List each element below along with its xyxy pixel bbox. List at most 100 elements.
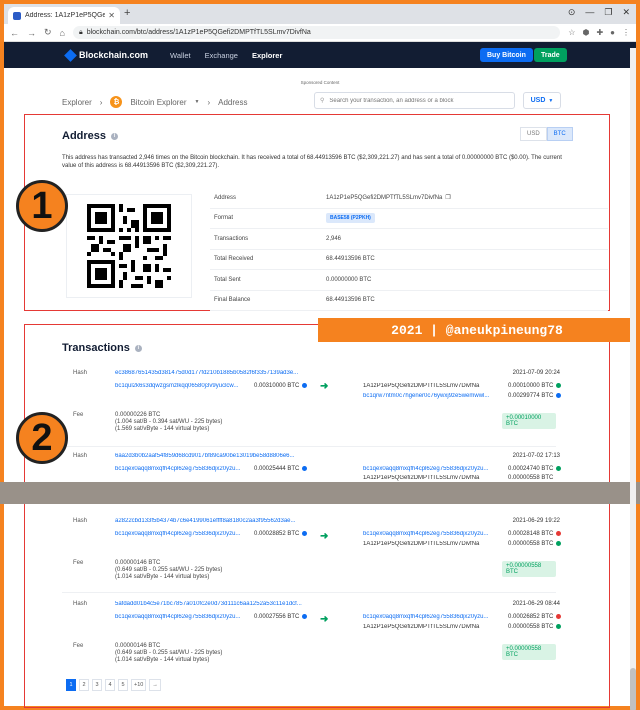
divider [62, 446, 556, 447]
currency-select[interactable]: USD ▼ [523, 92, 561, 109]
tab-search-icon[interactable]: ⊙ [568, 7, 576, 18]
close-window-icon[interactable]: ✕ [622, 7, 630, 18]
site-logo[interactable]: Blockchain.com [64, 48, 148, 62]
tx-hash-link[interactable]: 6aa2d3b0b2aaf54f859d68cd9017bf89ca90be13… [115, 453, 313, 459]
page-2-button[interactable]: 2 [79, 679, 89, 691]
hash-label: Hash [73, 601, 88, 607]
page-3-button[interactable]: 3 [92, 679, 102, 691]
currency-value: USD [530, 97, 546, 104]
bitcoin-icon: ₿ [110, 96, 123, 108]
detail-value: 68.44913596 BTC [326, 256, 375, 263]
tx-to-link[interactable]: bc1qex0aqq8mxqfh4cpl62eg755836djx20yzu..… [363, 614, 493, 620]
spent-status-icon [302, 383, 308, 388]
tx-to-amount: 0.00000558 BTC [508, 475, 554, 481]
detail-row-address: Address 1A1zP1eP5QGefi2DMPTfTL5SLmv7Divf… [210, 188, 608, 209]
page-5-button[interactable]: 5 [118, 679, 128, 691]
menu-icon[interactable]: ⋮ [622, 28, 630, 37]
browser-tab[interactable]: Address: 1A1zP1eP5QGefi2DMP ✕ [8, 7, 120, 24]
blockchain-favicon-icon [13, 11, 21, 20]
tx-hash-link[interactable]: a2822cbd133f5b4374b7c6e4199061effff8a818… [115, 518, 313, 524]
fee-vbyte: (1.014 sat/vByte - 144 virtual bytes) [115, 574, 210, 580]
tx-hash-link[interactable]: ec38687651435d381475d0d177fd210b1885b058… [115, 370, 313, 376]
buy-bitcoin-button[interactable]: Buy Bitcoin [480, 48, 533, 62]
tx-to-amount: 0.00028148 BTC [508, 531, 554, 538]
spent-status-icon [302, 531, 308, 536]
tx-from-link[interactable]: bc1qex0aqq8mxqfh4cpl62eg755836djx20yzu..… [115, 614, 255, 620]
fee-amount: 0.00000146 BTC [115, 643, 161, 649]
nav-exchange[interactable]: Exchange [205, 51, 238, 60]
marker-two: 2 [16, 412, 68, 464]
address-details-table: Address 1A1zP1eP5QGefi2DMPTfTL5SLmv7Divf… [210, 188, 608, 311]
page-4-button[interactable]: 4 [105, 679, 115, 691]
fee-rate: (0.649 sat/B - 0.255 sat/WU - 225 bytes) [115, 567, 223, 573]
puzzle-icon[interactable]: ✚ [596, 28, 603, 37]
sponsored-label: Sponsored Content [300, 80, 340, 85]
tx-from-amount: 0.00028852 BTC [254, 531, 300, 538]
scrollbar[interactable] [630, 48, 636, 710]
extension-icon[interactable]: ⬢ [582, 28, 589, 37]
tx-hash-link[interactable]: 5afdadd01b4c5e71bc7857a010fc2e0d73d111c6… [115, 601, 313, 607]
back-icon[interactable]: ← [10, 28, 19, 38]
info-icon[interactable]: i [111, 132, 119, 140]
divider [62, 592, 556, 593]
info-icon[interactable]: i [134, 344, 142, 352]
url-bar[interactable]: 🔒︎ blockchain.com/btc/address/1A1zP1eP5Q… [72, 26, 561, 39]
tx-to-amount: 0.00024740 BTC [508, 466, 554, 473]
trade-button[interactable]: Trade [534, 48, 567, 62]
nav-explorer[interactable]: Explorer [252, 51, 282, 60]
tx-to-address: 1A1zP1eP5QGefi2DMPTfTL5SLmv7DivfNa [363, 475, 480, 481]
close-tab-icon[interactable]: ✕ [108, 11, 115, 20]
spent-output-icon [556, 531, 562, 536]
profile-icon[interactable]: ● [610, 28, 615, 37]
tx-to-address: 1A1zP1eP5QGefi2DMPTfTL5SLmv7DivfNa [363, 383, 480, 389]
net-amount-badge: +0.00000558 BTC [502, 644, 556, 660]
minimize-icon[interactable]: — [585, 7, 594, 18]
pagination: 1 2 3 4 5 +10 → [66, 679, 161, 691]
address-value: 1A1zP1eP5QGefi2DMPTfTL5SLmv7DivfNa [326, 194, 443, 201]
forward-icon[interactable]: → [27, 28, 36, 38]
breadcrumb-bitcoin-explorer[interactable]: Bitcoin Explorer [130, 98, 186, 107]
search-box[interactable]: ⚲ [314, 92, 515, 109]
next-page-icon[interactable]: → [149, 679, 161, 691]
breadcrumb-explorer[interactable]: Explorer [62, 98, 92, 107]
copy-icon[interactable]: ❐ [445, 194, 450, 201]
page-plus-10-button[interactable]: +10 [131, 679, 147, 691]
tx-from-link[interactable]: bc1qul2k6s3dqwzgsmzlkqq06580j3v9yuclcw..… [115, 383, 255, 389]
format-badge: BASE58 (P2PKH) [326, 213, 375, 224]
detail-row-final-balance: Final Balance 68.44913596 BTC [210, 291, 608, 311]
page-1-button[interactable]: 1 [66, 679, 76, 691]
currency-toggle: USD BTC [520, 127, 573, 141]
reload-icon[interactable]: ↻ [44, 27, 52, 38]
tab-title: Address: 1A1zP1eP5QGefi2DMP [25, 12, 106, 19]
watermark: 2021 | @aneukpineung78 [318, 318, 636, 342]
address-summary: This address has transacted 2,946 times … [62, 155, 562, 169]
arrow-right-icon: ➜ [320, 531, 329, 542]
tx-to-link[interactable]: bc1qex0aqq8mxqfh4cpl62eg755836djx20yzu..… [363, 466, 493, 472]
search-input[interactable] [329, 97, 500, 104]
scrollbar-thumb[interactable] [630, 668, 636, 710]
star-icon[interactable]: ☆ [568, 28, 575, 37]
chevron-right-icon: › [207, 97, 211, 107]
tx-to-amount: 0.00000558 BTC [508, 624, 554, 631]
transactions-title: Transactions i [62, 342, 142, 354]
tx-from-link[interactable]: bc1qex0aqq8mxqfh4cpl62eg755836djx20yzu..… [115, 531, 255, 537]
restore-icon[interactable]: ❐ [604, 7, 612, 18]
detail-row-total-received: Total Received 68.44913596 BTC [210, 250, 608, 270]
toggle-btc[interactable]: BTC [546, 127, 573, 141]
fee-label: Fee [73, 643, 84, 649]
home-icon[interactable]: ⌂ [60, 28, 65, 38]
detail-value: 0.00000000 BTC [326, 276, 372, 283]
tx-to-link[interactable]: bc1qrw7ntm0c7hgener0c76ywxj9ze5wemwwl... [363, 393, 493, 399]
caret-down-icon[interactable]: ▼ [195, 99, 200, 105]
search-icon: ⚲ [320, 98, 325, 104]
obscured-band [0, 482, 640, 504]
tx-to-amount: 0.00000558 BTC [508, 541, 554, 548]
nav-wallet[interactable]: Wallet [170, 51, 191, 60]
tx-to-link[interactable]: bc1qex0aqq8mxqfh4cpl62eg755836djx20yzu..… [363, 531, 493, 537]
new-tab-icon[interactable]: + [124, 7, 130, 19]
toggle-usd[interactable]: USD [520, 127, 547, 141]
tx-from-link[interactable]: bc1qex0aqq8mxqfh4cpl62eg755836djx20yzu..… [115, 466, 255, 472]
net-amount-badge: +0.00000558 BTC [502, 561, 556, 577]
tab-strip: Address: 1A1zP1eP5QGefi2DMP ✕ + ⊙ — ❐ ✕ [4, 4, 636, 24]
unspent-status-icon [556, 624, 562, 629]
